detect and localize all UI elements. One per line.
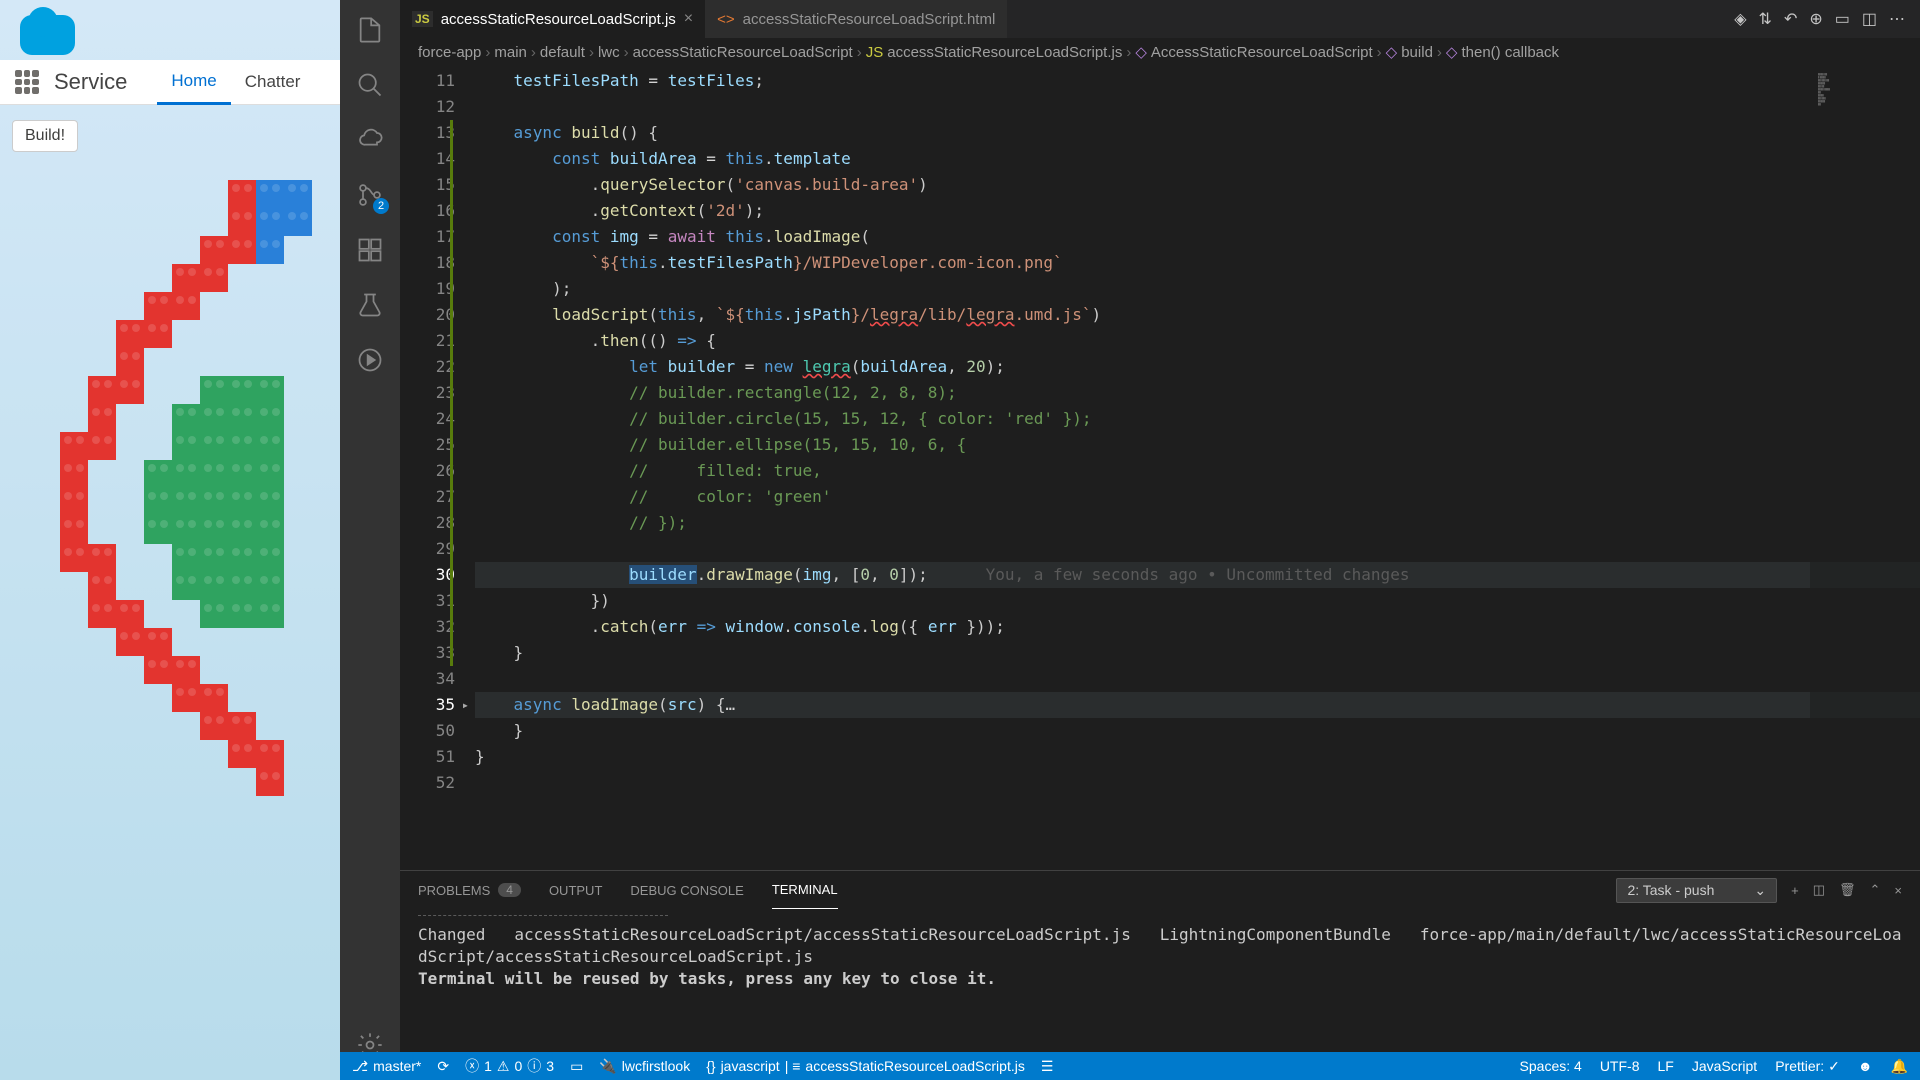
activity-bar: 2 (340, 0, 400, 1080)
maximize-icon[interactable]: ⌃ (1870, 882, 1881, 898)
cloud-icon[interactable] (355, 125, 385, 155)
code-content[interactable]: testFilesPath = testFiles; async build()… (475, 66, 1920, 870)
lego-canvas (60, 180, 340, 860)
vscode-window: 2 JS accessStaticResourceLoadScript.js ×… (340, 0, 1920, 1080)
panel-tab-problems[interactable]: PROBLEMS 4 (418, 871, 521, 909)
terminal-line: Terminal will be reused by tasks, press … (418, 968, 1902, 990)
salesforce-app: Service Home Chatter Build! (0, 0, 340, 1080)
panel-tab-output[interactable]: OUTPUT (549, 871, 602, 909)
problems-badge: 4 (498, 883, 521, 897)
tab-chatter[interactable]: Chatter (231, 60, 315, 105)
salesforce-nav: Service Home Chatter (0, 60, 340, 105)
panel-tab-debug[interactable]: DEBUG CONSOLE (630, 871, 743, 909)
build-button[interactable]: Build! (12, 120, 78, 152)
undo-icon[interactable]: ↶ (1784, 9, 1797, 29)
tab-label: accessStaticResourceLoadScript.html (743, 11, 996, 28)
scm-badge: 2 (373, 198, 389, 214)
salesforce-logo (20, 15, 75, 55)
sync-icon[interactable]: ⟳ (437, 1058, 449, 1075)
bell-icon[interactable]: 🔔 (1891, 1058, 1908, 1075)
eol-indicator[interactable]: LF (1657, 1058, 1673, 1075)
problems-indicator[interactable]: ⓧ 1 ⚠ 0 ⓘ 3 (465, 1056, 554, 1076)
terminal-selector[interactable]: 2: Task - push⌄ (1616, 878, 1777, 903)
tab-label: accessStaticResourceLoadScript.js (441, 11, 676, 28)
editor-tabs: JS accessStaticResourceLoadScript.js × <… (400, 0, 1920, 38)
layout-icon[interactable]: ▭ (570, 1058, 583, 1075)
panel-tabs: PROBLEMS 4 OUTPUT DEBUG CONSOLE TERMINAL… (400, 871, 1920, 909)
line-gutter: 1112131415161718192021222324252627282930… (400, 66, 475, 870)
prettier-indicator[interactable]: Prettier: ✓ (1775, 1058, 1840, 1075)
editor-area: JS accessStaticResourceLoadScript.js × <… (400, 0, 1920, 1080)
chevron-down-icon: ⌄ (1754, 882, 1766, 899)
breadcrumbs[interactable]: force-app › main › default › lwc › acces… (400, 38, 1920, 66)
spaces-indicator[interactable]: Spaces: 4 (1520, 1058, 1582, 1075)
trash-icon[interactable]: 🗑 (1839, 882, 1856, 898)
tab-html-file[interactable]: <> accessStaticResourceLoadScript.html (705, 0, 1007, 38)
extensions-icon[interactable] (355, 235, 385, 265)
tab-home[interactable]: Home (157, 60, 230, 105)
more-icon[interactable]: ⋯ (1889, 9, 1905, 29)
js-icon: JS (412, 11, 433, 27)
mode-indicator[interactable]: JavaScript (1692, 1058, 1757, 1075)
close-icon[interactable]: × (684, 10, 693, 28)
split-icon[interactable]: ◫ (1862, 9, 1877, 29)
close-panel-icon[interactable]: × (1894, 883, 1902, 898)
preview-icon[interactable]: ▭ (1835, 9, 1850, 29)
bottom-panel: PROBLEMS 4 OUTPUT DEBUG CONSOLE TERMINAL… (400, 870, 1920, 1080)
explorer-icon[interactable] (355, 15, 385, 45)
debug-icon[interactable] (355, 345, 385, 375)
tab-js-file[interactable]: JS accessStaticResourceLoadScript.js × (400, 0, 705, 38)
compass-icon[interactable]: ◈ (1734, 9, 1746, 29)
editor-actions: ◈ ⇅ ↶ ⊕ ▭ ◫ ⋯ (1734, 9, 1920, 29)
html-icon: <> (717, 11, 735, 28)
beaker-icon[interactable] (355, 290, 385, 320)
compare-icon[interactable]: ⇅ (1759, 9, 1772, 29)
app-launcher-icon[interactable] (15, 70, 39, 94)
lang-indicator[interactable]: {} javascript | ≡ accessStaticResourceLo… (706, 1058, 1025, 1074)
source-control-icon[interactable]: 2 (355, 180, 385, 210)
panel-tab-terminal[interactable]: TERMINAL (772, 871, 838, 909)
terminal-line: Changed accessStaticResourceLoadScript/a… (418, 924, 1902, 968)
diff-icon[interactable]: ⊕ (1809, 9, 1822, 29)
branch-indicator[interactable]: ⎇ master* (352, 1058, 421, 1075)
feedback-icon[interactable]: ☻ (1858, 1058, 1873, 1075)
org-indicator[interactable]: 🔌 lwcfirstlook (599, 1058, 690, 1075)
app-title: Service (54, 69, 127, 95)
new-terminal-icon[interactable]: + (1791, 883, 1799, 898)
search-icon[interactable] (355, 70, 385, 100)
status-bar: ⎇ master* ⟳ ⓧ 1 ⚠ 0 ⓘ 3 ▭ 🔌 lwcfirstlook… (340, 1052, 1920, 1080)
encoding-indicator[interactable]: UTF-8 (1600, 1058, 1640, 1075)
menu-icon[interactable]: ☰ (1041, 1058, 1054, 1075)
minimap[interactable]: ████ ███ ██████ ███ █████████ ██████ ███… (1810, 66, 1920, 870)
split-terminal-icon[interactable]: ◫ (1813, 882, 1825, 898)
code-editor[interactable]: 1112131415161718192021222324252627282930… (400, 66, 1920, 870)
